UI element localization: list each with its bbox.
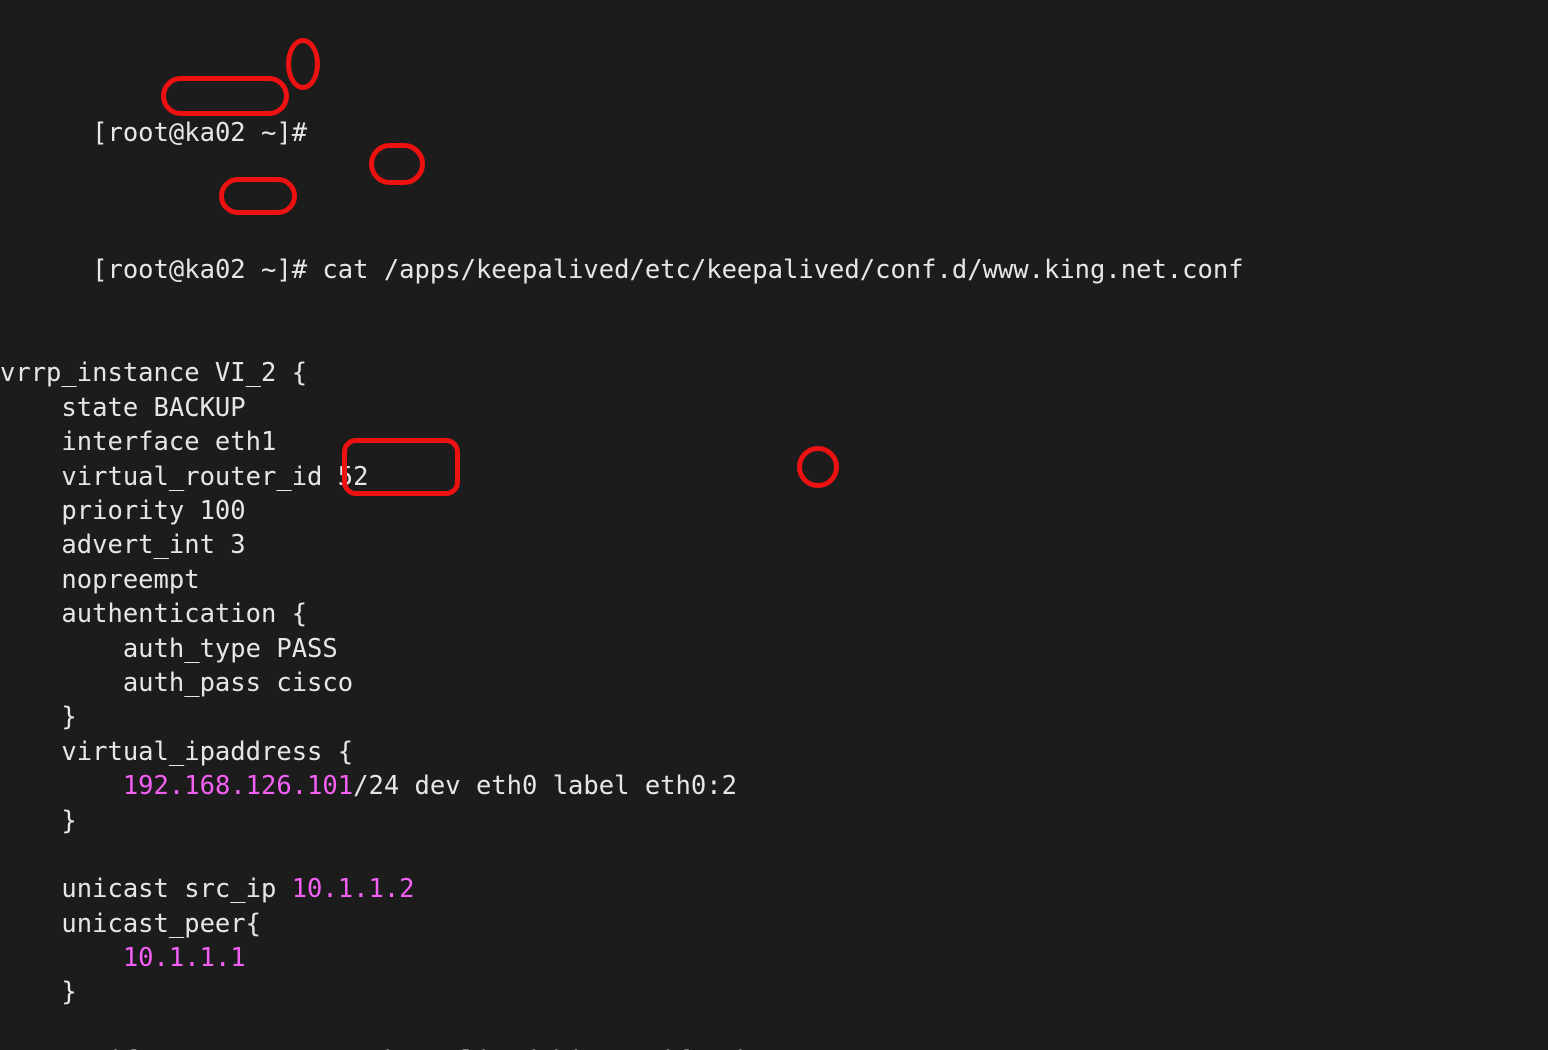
config-line: auth_type PASS	[0, 632, 1548, 666]
config-line: unicast_peer{	[0, 907, 1548, 941]
config-line: advert_int 3	[0, 528, 1548, 562]
config-text: virtual_ipaddress {	[0, 736, 354, 767]
config-text: unicast_peer{	[0, 908, 261, 939]
config-ip-value: 10.1.1.2	[291, 874, 415, 905]
config-text: unicast src_ip	[0, 874, 292, 905]
config-line: unicast src_ip 10.1.1.2	[0, 872, 1548, 906]
config-line: virtual_router_id 52	[0, 460, 1548, 494]
terminal-window[interactable]: [root@ka02 ~]# [root@ka02 ~]# cat /apps/…	[0, 0, 1548, 1050]
config-line: }	[0, 700, 1548, 734]
config-text: vrrp_instance VI_2 {	[0, 358, 308, 389]
config-ip-value: 192.168.126.101	[122, 771, 354, 802]
config-text: auth_pass cisco	[0, 667, 354, 698]
config-line: vrrp_instance VI_2 {	[0, 356, 1548, 390]
config-text: virtual_router_id 52	[0, 461, 369, 492]
config-file-output: vrrp_instance VI_2 { state BACKUP interf…	[0, 356, 1548, 1050]
config-text: authentication {	[0, 599, 308, 630]
config-line	[0, 1010, 1548, 1044]
shell-prompt: [root@ka02 ~]#	[92, 255, 323, 286]
config-line: }	[0, 975, 1548, 1009]
config-line: authentication {	[0, 597, 1548, 631]
config-text: interface eth1	[0, 427, 277, 458]
config-line: priority 100	[0, 494, 1548, 528]
command-text: cat /apps/keepalived/etc/keepalived/conf…	[322, 255, 1244, 286]
config-line: notify_master "/apps/keepalived/bin/noti…	[0, 1044, 1548, 1050]
config-text: advert_int 3	[0, 530, 246, 561]
config-line: virtual_ipaddress {	[0, 735, 1548, 769]
config-text: priority 100	[0, 496, 246, 526]
config-line: }	[0, 804, 1548, 838]
config-line: interface eth1	[0, 425, 1548, 459]
config-text	[0, 771, 123, 801]
config-text: state BACKUP	[0, 392, 246, 423]
config-line	[0, 838, 1548, 872]
terminal-screen: [root@ka02 ~]# [root@ka02 ~]# cat /apps/…	[0, 0, 1548, 1050]
terminal-command-line: [root@ka02 ~]# cat /apps/keepalived/etc/…	[0, 219, 1548, 285]
config-text: }	[0, 805, 77, 836]
config-text: /24 dev eth0 label eth0:2	[353, 771, 737, 802]
config-text: nopreempt	[0, 564, 200, 595]
config-text	[0, 943, 123, 973]
config-text: auth_type PASS	[0, 633, 338, 664]
config-text: notify_master "/apps/keepalived/bin/noti…	[0, 1046, 875, 1050]
config-line: 10.1.1.1	[0, 941, 1548, 975]
config-text: }	[0, 977, 77, 1008]
prompt-partial: [root@ka02 ~]#	[92, 117, 308, 148]
config-ip-value: 10.1.1.1	[122, 943, 246, 974]
config-line: auth_pass cisco	[0, 666, 1548, 700]
config-line: 192.168.126.101/24 dev eth0 label eth0:2	[0, 769, 1548, 803]
config-text: }	[0, 702, 77, 733]
terminal-line-partial-top: [root@ka02 ~]#	[0, 81, 1548, 148]
config-line: state BACKUP	[0, 391, 1548, 425]
config-line: nopreempt	[0, 563, 1548, 597]
